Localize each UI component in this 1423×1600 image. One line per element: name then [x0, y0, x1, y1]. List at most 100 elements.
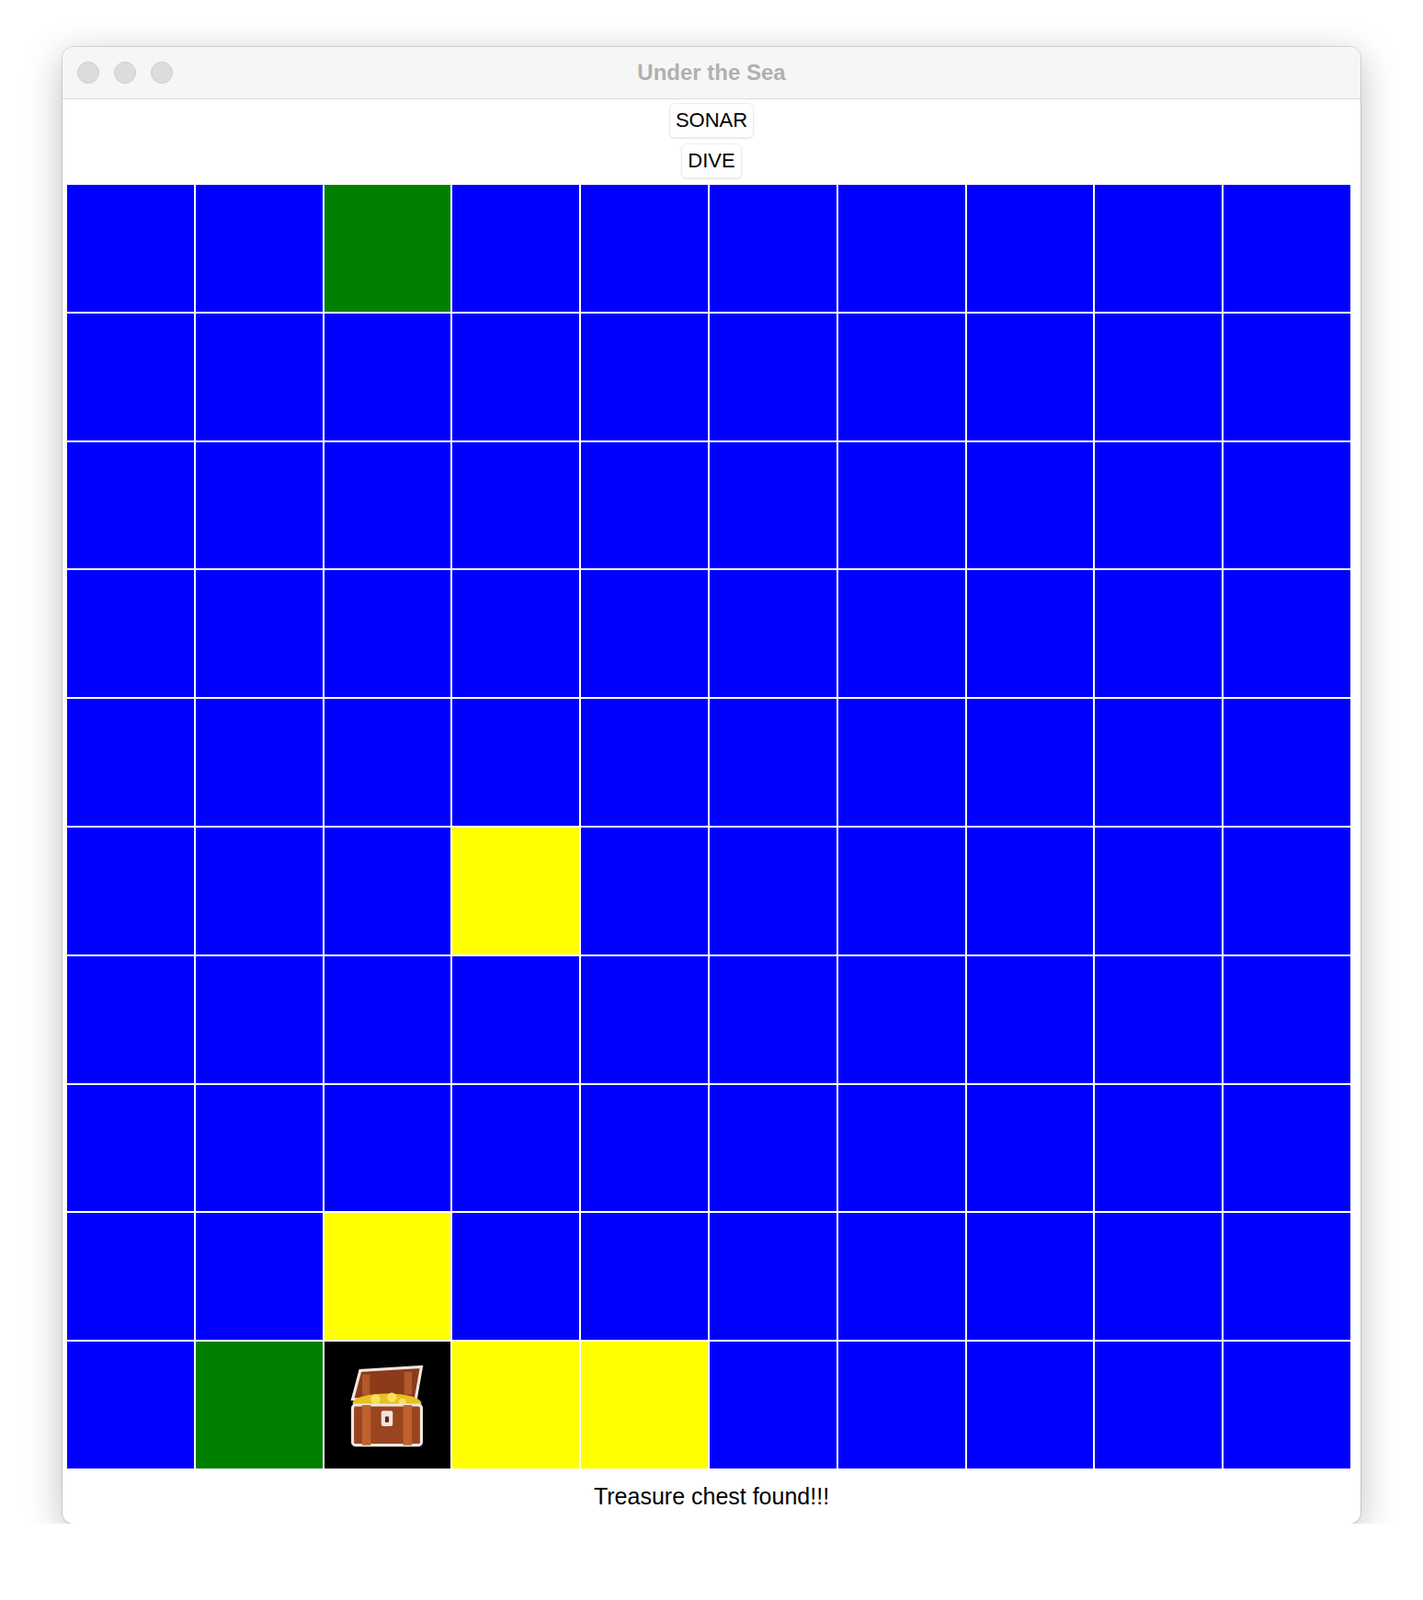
sea-cell[interactable] — [580, 184, 708, 312]
sea-cell[interactable] — [195, 827, 323, 955]
sea-cell[interactable] — [452, 184, 580, 312]
sea-cell[interactable] — [967, 1084, 1094, 1212]
sea-cell[interactable] — [324, 1084, 452, 1212]
sea-cell[interactable] — [580, 1212, 708, 1340]
sea-cell[interactable] — [67, 442, 194, 570]
sea-cell[interactable] — [967, 442, 1094, 570]
sea-cell[interactable] — [195, 184, 323, 312]
sea-cell[interactable] — [580, 1084, 708, 1212]
sea-cell[interactable] — [838, 698, 966, 826]
sea-cell[interactable] — [967, 827, 1094, 955]
sea-cell[interactable] — [1223, 1341, 1351, 1469]
sea-cell[interactable] — [324, 569, 452, 697]
sea-cell[interactable] — [580, 956, 708, 1083]
sea-cell[interactable] — [195, 1212, 323, 1340]
sea-cell[interactable] — [967, 956, 1094, 1083]
sea-cell[interactable] — [580, 827, 708, 955]
sea-cell[interactable] — [1094, 1212, 1222, 1340]
sea-cell[interactable] — [1094, 956, 1222, 1083]
sea-cell[interactable] — [452, 827, 580, 955]
sea-cell[interactable] — [195, 569, 323, 697]
sea-cell[interactable] — [709, 1341, 837, 1469]
sea-cell[interactable] — [1223, 698, 1351, 826]
sea-cell[interactable] — [324, 1212, 452, 1340]
sea-cell[interactable] — [709, 956, 837, 1083]
sea-cell[interactable] — [967, 184, 1094, 312]
sea-cell[interactable] — [1223, 1084, 1351, 1212]
sea-cell[interactable] — [67, 827, 194, 955]
sea-cell[interactable] — [195, 698, 323, 826]
sea-cell[interactable] — [195, 313, 323, 441]
sea-cell[interactable] — [452, 313, 580, 441]
sea-cell[interactable] — [1094, 184, 1222, 312]
sea-cell[interactable] — [67, 569, 194, 697]
sea-cell[interactable] — [67, 1212, 194, 1340]
sea-cell[interactable] — [1094, 698, 1222, 826]
sea-cell[interactable] — [709, 827, 837, 955]
sea-cell[interactable] — [838, 184, 966, 312]
sea-cell[interactable] — [838, 569, 966, 697]
sea-cell[interactable] — [324, 1341, 452, 1469]
sea-cell[interactable] — [1223, 313, 1351, 441]
sea-cell[interactable] — [324, 698, 452, 826]
zoom-icon[interactable] — [150, 61, 173, 84]
sea-cell[interactable] — [1094, 1341, 1222, 1469]
sea-cell[interactable] — [709, 698, 837, 826]
sea-cell[interactable] — [1094, 1084, 1222, 1212]
sea-cell[interactable] — [452, 569, 580, 697]
sea-cell[interactable] — [67, 184, 194, 312]
sea-cell[interactable] — [67, 313, 194, 441]
sea-cell[interactable] — [580, 698, 708, 826]
sea-cell[interactable] — [967, 698, 1094, 826]
sea-cell[interactable] — [1223, 569, 1351, 697]
sea-cell[interactable] — [324, 827, 452, 955]
sea-cell[interactable] — [1223, 956, 1351, 1083]
sea-cell[interactable] — [967, 1212, 1094, 1340]
sea-cell[interactable] — [580, 313, 708, 441]
sea-cell[interactable] — [452, 698, 580, 826]
sea-cell[interactable] — [838, 1212, 966, 1340]
sea-cell[interactable] — [1223, 442, 1351, 570]
action-button[interactable]: SONAR — [669, 102, 754, 138]
sea-cell[interactable] — [67, 956, 194, 1083]
sea-cell[interactable] — [580, 442, 708, 570]
sea-cell[interactable] — [452, 1341, 580, 1469]
sea-cell[interactable] — [452, 1212, 580, 1340]
sea-cell[interactable] — [195, 442, 323, 570]
sea-cell[interactable] — [67, 1341, 194, 1469]
sea-cell[interactable] — [838, 442, 966, 570]
sea-cell[interactable] — [324, 956, 452, 1083]
sea-cell[interactable] — [709, 1084, 837, 1212]
sea-cell[interactable] — [324, 313, 452, 441]
sea-cell[interactable] — [709, 184, 837, 312]
sea-cell[interactable] — [324, 442, 452, 570]
sea-cell[interactable] — [195, 956, 323, 1083]
sea-cell[interactable] — [838, 956, 966, 1083]
sea-cell[interactable] — [1094, 442, 1222, 570]
sea-cell[interactable] — [580, 569, 708, 697]
sea-cell[interactable] — [67, 698, 194, 826]
sea-cell[interactable] — [709, 442, 837, 570]
sea-cell[interactable] — [452, 442, 580, 570]
minimize-icon[interactable] — [113, 61, 137, 84]
close-icon[interactable] — [77, 61, 100, 84]
sea-cell[interactable] — [967, 569, 1094, 697]
sea-cell[interactable] — [195, 1341, 323, 1469]
sea-cell[interactable] — [838, 1084, 966, 1212]
sea-cell[interactable] — [838, 1341, 966, 1469]
sea-cell[interactable] — [452, 1084, 580, 1212]
sea-cell[interactable] — [838, 313, 966, 441]
sea-cell[interactable] — [1094, 569, 1222, 697]
sea-cell[interactable] — [709, 1212, 837, 1340]
sea-cell[interactable] — [838, 827, 966, 955]
sea-cell[interactable] — [1223, 1212, 1351, 1340]
sea-cell[interactable] — [195, 1084, 323, 1212]
sea-cell[interactable] — [1094, 313, 1222, 441]
sea-cell[interactable] — [1223, 184, 1351, 312]
sea-cell[interactable] — [580, 1341, 708, 1469]
sea-cell[interactable] — [1094, 827, 1222, 955]
sea-cell[interactable] — [967, 313, 1094, 441]
sea-cell[interactable] — [1223, 827, 1351, 955]
sea-cell[interactable] — [67, 1084, 194, 1212]
sea-cell[interactable] — [967, 1341, 1094, 1469]
